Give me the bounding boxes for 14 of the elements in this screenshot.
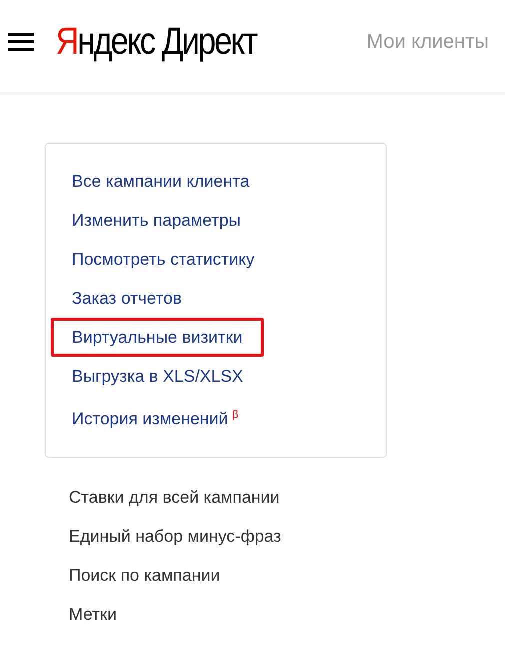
menu-link[interactable]: Единый набор минус-фраз — [69, 516, 282, 556]
menu-link[interactable]: История изменений $^{β}$ — [51, 396, 260, 439]
menu-link[interactable]: Ставки для всей кампании — [69, 478, 280, 517]
menu-link[interactable]: Все кампании клиента — [51, 162, 271, 201]
menu-link[interactable]: Заказ отчетов — [51, 279, 204, 318]
menu-icon[interactable] — [8, 33, 34, 51]
menu-link[interactable]: Выгрузка в XLS/XLSX — [51, 357, 264, 396]
menu-link[interactable]: Посмотреть статистику — [51, 240, 276, 279]
menu-link[interactable]: Виртуальные визитки — [51, 318, 264, 357]
menu-link[interactable]: Поиск по кампании — [69, 556, 220, 595]
menu-link[interactable]: Метки — [69, 594, 117, 634]
beta-label: β — [232, 409, 239, 421]
menu-link[interactable]: Изменить параметры — [51, 201, 262, 240]
logo[interactable]: Яндекс Директ — [56, 20, 257, 64]
